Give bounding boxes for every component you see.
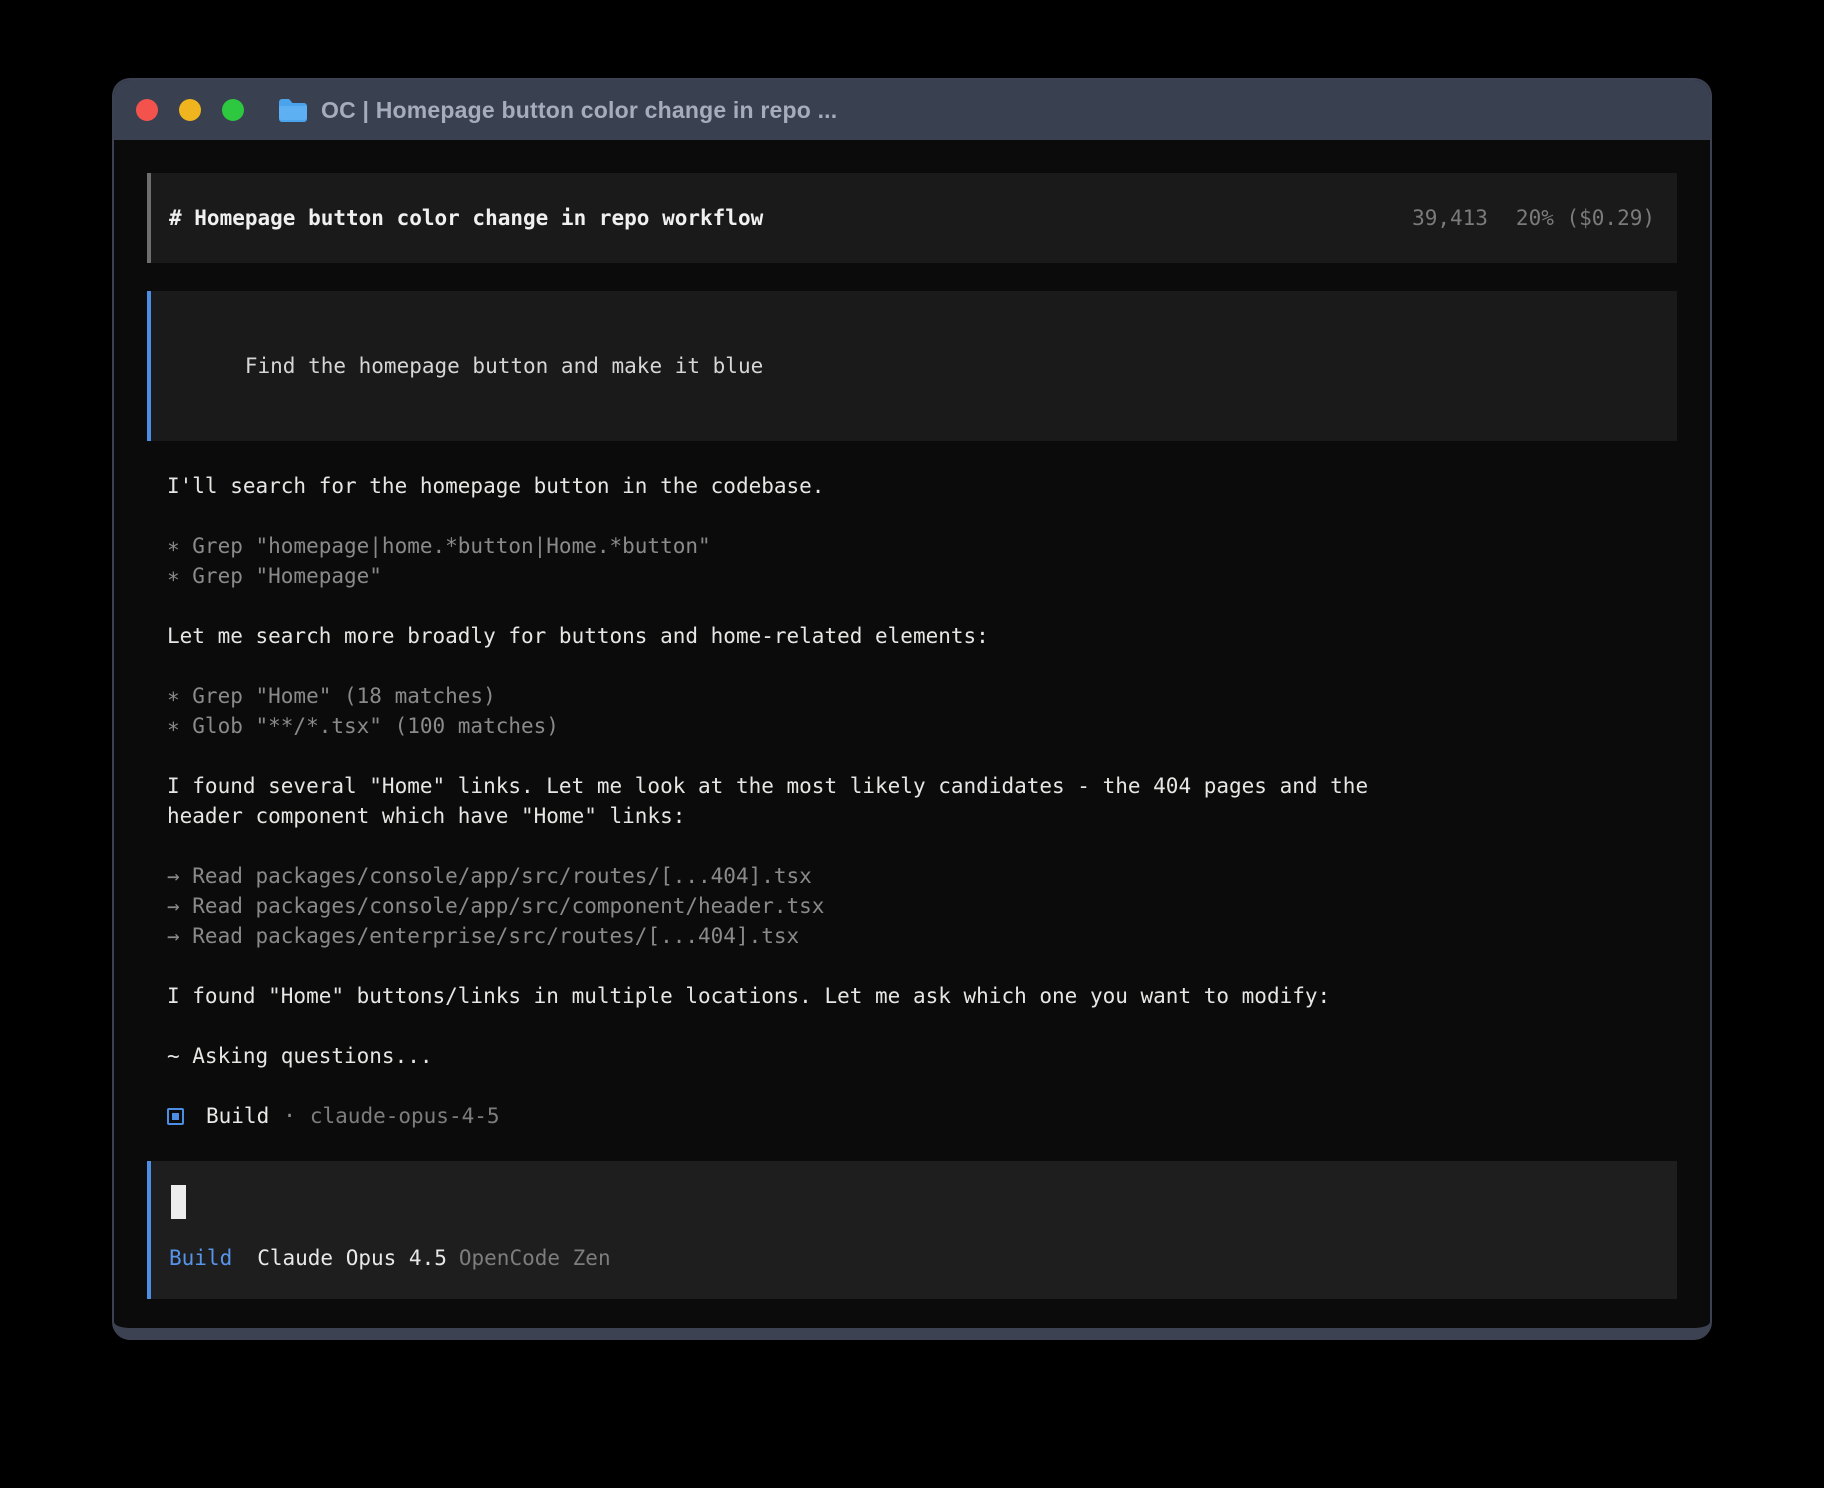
tool-call-read: → Read packages/console/app/src/componen… (167, 891, 1677, 921)
agent-model: claude-opus-4-5 (310, 1101, 500, 1131)
user-message-text: Find the homepage button and make it blu… (245, 354, 763, 378)
session-title: # Homepage button color change in repo w… (169, 203, 763, 233)
esc-label: interrupt (379, 1328, 493, 1340)
assistant-text: I'll search for the homepage button in t… (167, 471, 1677, 501)
prompt-input[interactable]: Build Claude Opus 4.5 OpenCode Zen (147, 1161, 1677, 1299)
input-model-label[interactable]: Claude Opus 4.5 (257, 1243, 447, 1273)
shortcut-key: ctrl+t (1105, 1325, 1181, 1340)
assistant-text: I found "Home" buttons/links in multiple… (167, 981, 1677, 1011)
input-provider-label: OpenCode Zen (459, 1243, 611, 1273)
esc-key: esc (328, 1328, 366, 1340)
tool-call-grep: ∗ Grep "Home" (18 matches) (167, 681, 1677, 711)
window-titlebar[interactable]: OC | Homepage button color change in rep… (114, 80, 1710, 140)
tool-call-glob: ∗ Glob "**/*.tsx" (100 matches) (167, 711, 1677, 741)
agent-line: Build · claude-opus-4-5 (167, 1101, 1677, 1131)
model-status-row: Build Claude Opus 4.5 OpenCode Zen (169, 1243, 1655, 1273)
assistant-text: I found several "Home" links. Let me loo… (167, 771, 1677, 801)
user-message: Find the homepage button and make it blu… (147, 291, 1677, 441)
spinner-dot (167, 1337, 173, 1340)
shortcut-variants: ctrl+t variants (1105, 1325, 1294, 1340)
zoom-button[interactable] (222, 99, 244, 121)
shortcut-hints: ctrl+t variants tab agents ctrl+p comman… (1105, 1325, 1677, 1340)
window-title: OC | Homepage button color change in rep… (321, 97, 837, 124)
assistant-text: Let me search more broadly for buttons a… (167, 621, 1677, 651)
working-spinner (167, 1337, 292, 1340)
spinner-dot (201, 1337, 207, 1340)
token-count: 39,413 (1412, 203, 1488, 233)
asking-questions-status: ~ Asking questions... (167, 1041, 1677, 1071)
agent-build-icon (167, 1108, 184, 1125)
shortcut-agents: tab agents (1328, 1325, 1454, 1340)
terminal-window: OC | Homepage button color change in rep… (112, 78, 1712, 1340)
traffic-lights (136, 99, 244, 121)
shortcut-label: variants (1193, 1325, 1294, 1340)
shortcut-label: agents (1378, 1325, 1454, 1340)
session-header: # Homepage button color change in repo w… (147, 173, 1677, 263)
close-button[interactable] (136, 99, 158, 121)
shortcut-key: tab (1328, 1325, 1366, 1340)
spinner-dot (218, 1337, 224, 1340)
status-bar: esc interrupt ctrl+t variants tab agents… (147, 1325, 1677, 1340)
terminal-content: # Homepage button color change in repo w… (114, 140, 1710, 1340)
shortcut-label: commands (1576, 1325, 1677, 1340)
tool-call-grep: ∗ Grep "homepage|home.*button|Home.*butt… (167, 531, 1677, 561)
minimize-button[interactable] (179, 99, 201, 121)
transcript: I'll search for the homepage button in t… (167, 471, 1677, 1131)
interrupt-hint: esc interrupt (328, 1325, 492, 1340)
context-cost: 20% ($0.29) (1516, 203, 1655, 233)
folder-icon (277, 97, 309, 123)
spinner-dot (252, 1337, 258, 1340)
tool-call-grep: ∗ Grep "Homepage" (167, 561, 1677, 591)
shortcut-key: ctrl+p (1488, 1325, 1564, 1340)
spinner-dot (269, 1337, 275, 1340)
agent-name: Build (206, 1101, 269, 1131)
agent-separator: · (283, 1101, 296, 1131)
assistant-text: header component which have "Home" links… (167, 801, 1677, 831)
tool-call-read: → Read packages/enterprise/src/routes/[.… (167, 921, 1677, 951)
tool-call-read: → Read packages/console/app/src/routes/[… (167, 861, 1677, 891)
shortcut-commands: ctrl+p commands (1488, 1325, 1677, 1340)
text-cursor (171, 1185, 186, 1219)
input-agent-label[interactable]: Build (169, 1243, 232, 1273)
spinner-dot (235, 1337, 241, 1340)
session-stats: 39,413 20% ($0.29) (1412, 203, 1655, 233)
spinner-dot (286, 1337, 292, 1340)
spinner-dot (184, 1337, 190, 1340)
